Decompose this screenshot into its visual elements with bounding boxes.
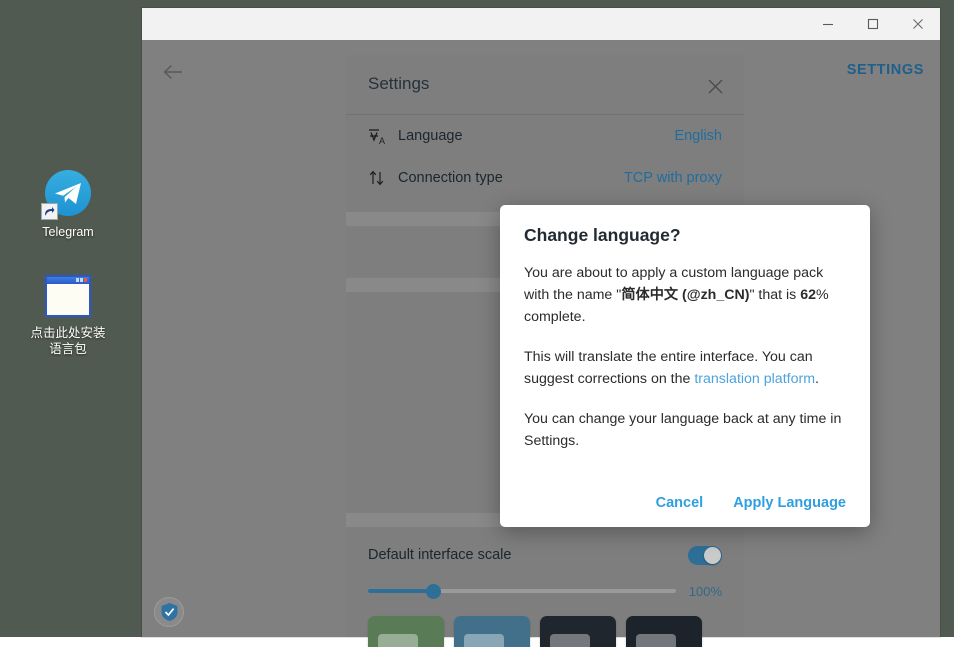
close-button[interactable] [895, 8, 940, 40]
dialog-paragraph-2: This will translate the entire interface… [524, 346, 846, 390]
dialog-p2-suffix: . [815, 371, 819, 387]
telegram-logo-icon [45, 170, 91, 216]
interface-scale-slider-row: 100% [368, 576, 722, 606]
shield-check-icon[interactable] [154, 597, 184, 627]
toggle-knob [704, 547, 721, 564]
settings-section-title: SETTINGS [847, 62, 924, 78]
translate-glyph-icon: A [368, 127, 388, 146]
slider-fill [368, 589, 433, 593]
interface-scale-slider[interactable] [368, 589, 676, 593]
settings-row-value[interactable]: English [674, 128, 722, 144]
up-down-arrows-icon [368, 169, 386, 187]
close-icon [707, 78, 724, 95]
svg-text:A: A [379, 136, 385, 146]
telegram-window: SETTINGS Settings [142, 8, 940, 637]
theme-bubble [550, 634, 590, 647]
maximize-button[interactable] [850, 8, 895, 40]
interface-scale-label: Default interface scale [368, 547, 688, 563]
mini-window-controls [76, 278, 87, 282]
arrow-left-icon [162, 63, 184, 81]
desktop-icon-label: Telegram [8, 224, 128, 240]
desktop-background: Telegram 点击此处安装 语言包 [0, 0, 954, 637]
window-document-icon [45, 275, 91, 317]
dialog-paragraph-3: You can change your language back at any… [524, 408, 846, 452]
desktop-icon-label-line1: 点击此处安装 [8, 325, 128, 341]
mini-titlebar [47, 277, 89, 284]
minimize-icon [822, 18, 834, 30]
dialog-title: Change language? [524, 225, 846, 246]
desktop-icon-language-pack[interactable]: 点击此处安装 语言包 [8, 275, 128, 357]
settings-row-connection-type[interactable]: Connection type TCP with proxy [346, 157, 744, 199]
theme-swatch-night[interactable] [540, 616, 616, 647]
shortcut-badge-icon [41, 203, 58, 220]
close-icon [912, 18, 924, 30]
translation-platform-link[interactable]: translation platform [694, 371, 815, 387]
dialog-completion-percent: 62 [800, 287, 816, 303]
dialog-paragraph-1: You are about to apply a custom language… [524, 262, 846, 328]
theme-swatch-dark[interactable] [626, 616, 702, 647]
back-button[interactable] [158, 58, 188, 86]
theme-swatches [346, 606, 744, 647]
paper-plane-icon [54, 182, 82, 206]
page-title: Settings [368, 74, 429, 94]
theme-bubble [464, 634, 504, 647]
minimize-button[interactable] [805, 8, 850, 40]
settings-row-label: Language [398, 128, 674, 144]
theme-swatch-green[interactable] [368, 616, 444, 647]
theme-bubble [378, 634, 418, 647]
cancel-button[interactable]: Cancel [656, 495, 704, 511]
theme-bubble [636, 634, 676, 647]
settings-close-button[interactable] [704, 75, 726, 97]
settings-row-language[interactable]: A Language English [346, 115, 744, 157]
interface-scale-row: Default interface scale [368, 540, 722, 570]
dialog-language-pack-name: 简体中文 (@zh_CN) [621, 287, 749, 303]
apply-language-button[interactable]: Apply Language [733, 495, 846, 511]
interface-scale-value: 100% [676, 584, 722, 599]
shortcut-arrow-icon [44, 206, 55, 217]
interface-scale-toggle[interactable] [688, 546, 722, 565]
interface-scale-section: Default interface scale 100% [346, 528, 744, 606]
dialog-p1-mid: " that is [749, 287, 800, 303]
settings-panel-header: Settings [346, 55, 744, 115]
settings-row-label: Connection type [398, 170, 624, 186]
window-titlebar [142, 8, 940, 40]
settings-row-value[interactable]: TCP with proxy [624, 170, 722, 186]
shield-glyph-icon [160, 602, 179, 622]
change-language-dialog: Change language? You are about to apply … [500, 205, 870, 527]
slider-handle[interactable] [426, 584, 441, 599]
theme-swatch-blue[interactable] [454, 616, 530, 647]
dialog-actions: Cancel Apply Language [656, 495, 846, 511]
connection-arrows-icon [368, 169, 398, 187]
translate-icon: A [368, 127, 398, 146]
desktop-icon-label-line2: 语言包 [8, 341, 128, 357]
maximize-icon [867, 18, 879, 30]
desktop-icon-telegram[interactable]: Telegram [8, 170, 128, 240]
